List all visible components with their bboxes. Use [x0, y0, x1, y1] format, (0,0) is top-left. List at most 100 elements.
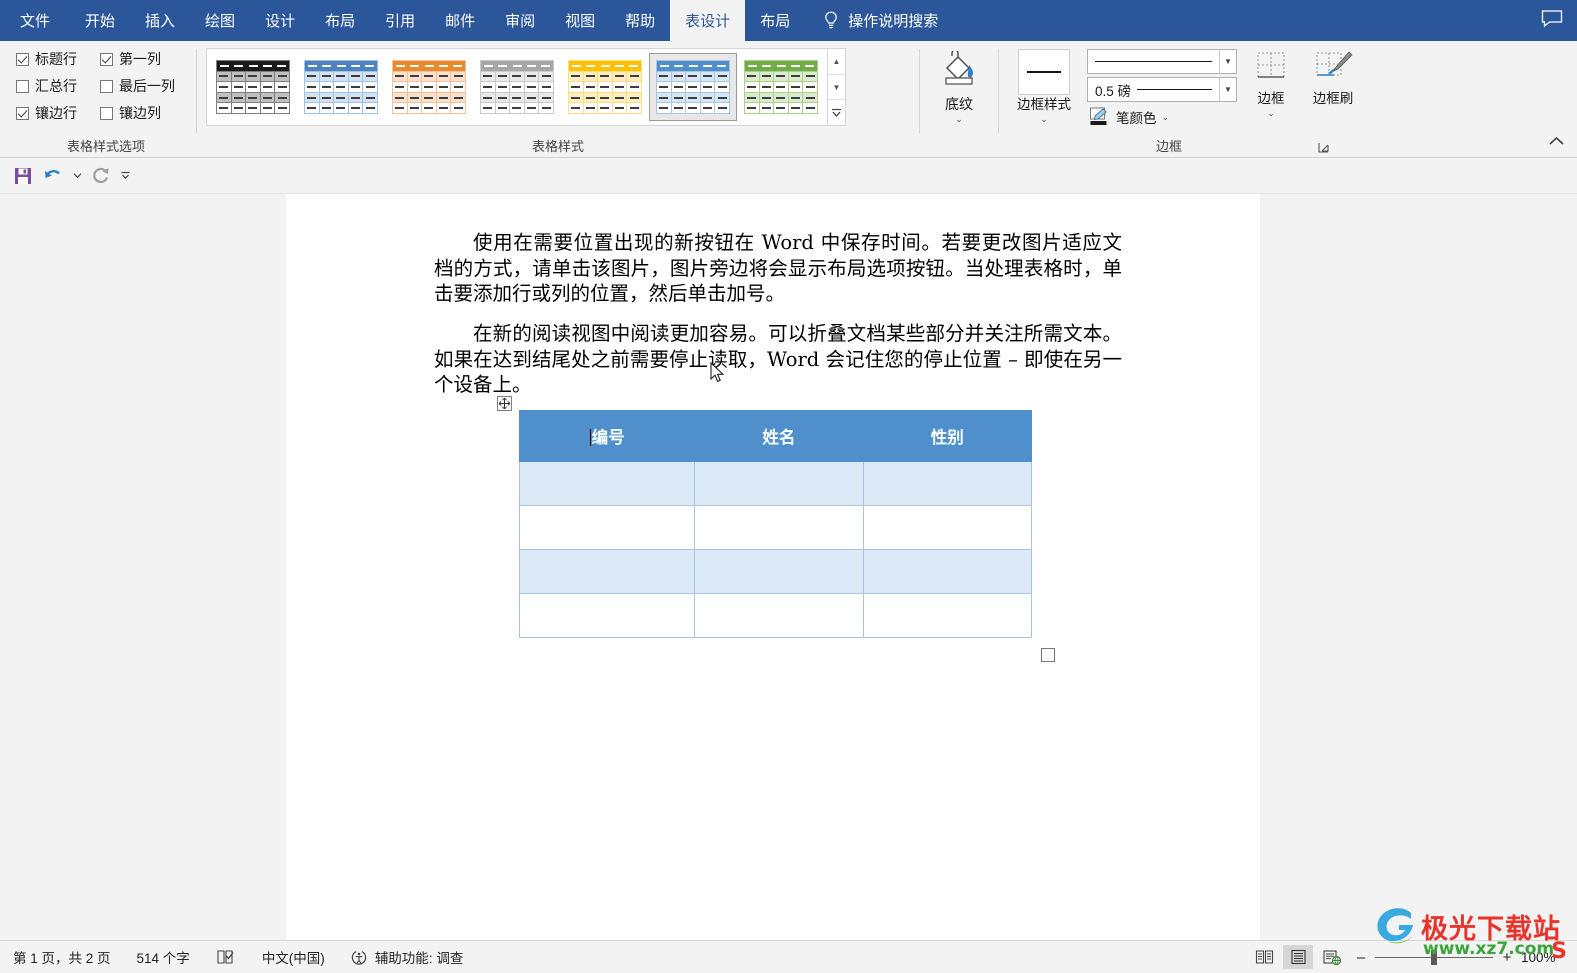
table-header-cell-name[interactable]: 姓名: [694, 410, 864, 462]
chevron-down-icon[interactable]: ▼: [1219, 78, 1236, 101]
document-page[interactable]: 使用在需要位置出现的新按钮在 Word 中保存时间。若要更改图片适应文档的方式，…: [286, 194, 1260, 940]
table-header-cell-gender[interactable]: 性别: [862, 410, 1033, 462]
tab-help[interactable]: 帮助: [610, 0, 670, 41]
collapse-ribbon-button[interactable]: [1548, 134, 1565, 151]
shading-label: 底纹: [945, 96, 973, 112]
tab-layout[interactable]: 布局: [310, 0, 370, 41]
line-style-combo[interactable]: ▼: [1087, 49, 1237, 74]
word-count-status[interactable]: 514 个字: [124, 947, 203, 967]
undo-button[interactable]: [40, 163, 66, 189]
tab-home[interactable]: 开始: [70, 0, 130, 41]
checkbox-box: [16, 52, 29, 66]
table-style-option-1[interactable]: [297, 53, 385, 121]
read-mode-view-button[interactable]: [1249, 945, 1279, 969]
line-weight-preview: [1137, 88, 1212, 91]
checkbox-box: [16, 106, 29, 120]
border-painter-button[interactable]: 边框刷: [1305, 49, 1361, 127]
checkbox-header-row[interactable]: 标题行: [16, 49, 94, 69]
border-style-preview: [1018, 49, 1070, 95]
table-style-option-5[interactable]: [649, 53, 737, 121]
line-weight-combo[interactable]: 0.5 磅 ▼: [1087, 77, 1237, 102]
checkbox-total-row[interactable]: 汇总行: [16, 76, 94, 96]
zoom-in-button[interactable]: +: [1501, 949, 1513, 966]
customize-qat-button[interactable]: [118, 163, 132, 189]
tab-table-design[interactable]: 表设计: [670, 0, 746, 41]
table-resize-handle[interactable]: [1041, 648, 1055, 662]
tab-insert[interactable]: 插入: [130, 0, 190, 41]
tab-references[interactable]: 引用: [370, 0, 430, 41]
proofing-status[interactable]: [203, 949, 249, 966]
table-styles-gallery[interactable]: [206, 48, 828, 126]
language-status[interactable]: 中文(中国): [249, 947, 338, 967]
chevron-down-icon[interactable]: ⌄: [955, 114, 963, 125]
border-styles-button[interactable]: 边框样式 ⌄: [1007, 49, 1081, 127]
group-borders: 边框样式 ⌄ ▼ 0.5 磅 ▼ 笔颜色 ⌄ 边框 ⌄ 边框刷 边框: [999, 41, 1353, 157]
table-cell[interactable]: [518, 549, 696, 594]
tab-label: 审阅: [505, 13, 536, 30]
gallery-scroll-up-button[interactable]: ▲: [828, 49, 845, 75]
document-workspace: 使用在需要位置出现的新按钮在 Word 中保存时间。若要更改图片适应文档的方式，…: [0, 194, 1577, 940]
tab-view[interactable]: 视图: [550, 0, 610, 41]
comment-icon[interactable]: [1541, 9, 1563, 32]
tab-table-layout[interactable]: 布局: [745, 0, 805, 41]
checkbox-first-column[interactable]: 第一列: [100, 49, 175, 69]
table-cell[interactable]: [518, 505, 696, 550]
checkbox-banded-columns[interactable]: 镶边列: [100, 103, 175, 123]
table-cell[interactable]: [862, 461, 1033, 506]
borders-dialog-launcher[interactable]: [1317, 141, 1331, 155]
gallery-scroll-down-button[interactable]: ▼: [828, 75, 845, 101]
tab-label: 引用: [385, 13, 416, 30]
table-style-option-0[interactable]: [209, 53, 297, 121]
zoom-out-button[interactable]: –: [1355, 949, 1367, 966]
table-cell[interactable]: [862, 593, 1033, 638]
tab-draw[interactable]: 绘图: [190, 0, 250, 41]
tab-design[interactable]: 设计: [250, 0, 310, 41]
table-style-thumbnail: [568, 60, 642, 114]
table-cell[interactable]: [694, 549, 864, 594]
chevron-down-icon[interactable]: ⌄: [1267, 108, 1275, 119]
document-table[interactable]: 编号 姓名 性别: [518, 410, 1033, 638]
zoom-slider-thumb[interactable]: [1431, 949, 1437, 965]
table-cell[interactable]: [518, 461, 696, 506]
table-cell[interactable]: [862, 505, 1033, 550]
shading-button[interactable]: 底纹 ⌄: [920, 41, 998, 125]
print-layout-view-button[interactable]: [1283, 945, 1313, 969]
tab-mailings[interactable]: 邮件: [430, 0, 490, 41]
undo-dropdown-button[interactable]: [70, 163, 84, 189]
table-style-thumbnail: [656, 60, 730, 114]
table-style-option-6[interactable]: [737, 53, 825, 121]
table-cell[interactable]: [694, 593, 864, 638]
redo-button[interactable]: [88, 163, 114, 189]
tell-me-search[interactable]: 操作说明搜索: [805, 0, 948, 41]
table-style-option-2[interactable]: [385, 53, 473, 121]
pen-color-button[interactable]: 笔颜色 ⌄: [1087, 107, 1237, 127]
border-painter-label: 边框刷: [1312, 91, 1354, 106]
table-style-option-3[interactable]: [473, 53, 561, 121]
group-table-styles: ▲ ▼ 表格样式: [197, 41, 919, 157]
chevron-down-icon[interactable]: ▼: [1219, 50, 1236, 73]
tab-file[interactable]: 文件: [0, 0, 70, 41]
tell-me-label: 操作说明搜索: [848, 13, 939, 30]
table-header-cell-id[interactable]: 编号: [518, 410, 696, 462]
borders-button[interactable]: 边框 ⌄: [1243, 49, 1299, 127]
table-style-thumbnail: [216, 60, 290, 114]
zoom-slider[interactable]: [1375, 949, 1493, 965]
table-cell[interactable]: [694, 461, 864, 506]
web-layout-view-button[interactable]: [1317, 945, 1347, 969]
zoom-level-label[interactable]: 100%: [1521, 950, 1567, 965]
checkbox-last-column[interactable]: 最后一列: [100, 76, 175, 96]
table-style-option-4[interactable]: [561, 53, 649, 121]
chevron-down-icon[interactable]: ⌄: [1040, 114, 1048, 125]
chevron-down-icon[interactable]: ⌄: [1162, 112, 1170, 123]
table-cell[interactable]: [518, 593, 696, 638]
page-number-status[interactable]: 第 1 页，共 2 页: [0, 947, 124, 967]
table-cell[interactable]: [862, 549, 1033, 594]
checkbox-label: 最后一列: [119, 78, 175, 94]
tab-review[interactable]: 审阅: [490, 0, 550, 41]
gallery-more-button[interactable]: [828, 100, 845, 125]
checkbox-banded-rows[interactable]: 镶边行: [16, 103, 94, 123]
accessibility-status[interactable]: 辅助功能: 调查: [338, 947, 477, 967]
save-button[interactable]: [10, 163, 36, 189]
table-cell[interactable]: [694, 505, 864, 550]
table-move-handle[interactable]: [497, 396, 512, 411]
